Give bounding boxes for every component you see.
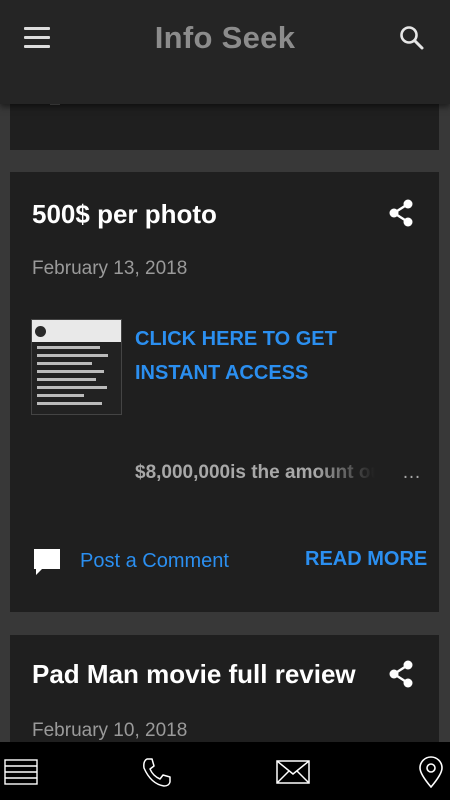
thumbnail-text-lines [32, 342, 121, 414]
post-snippet: $8,000,000is the amount ou [135, 462, 375, 484]
menu-lines-icon[interactable] [4, 756, 38, 788]
snippet-ellipsis: … [402, 462, 421, 483]
post-comment-link[interactable]: Post a Comment [80, 550, 229, 573]
read-more-link[interactable]: READ MORE [305, 548, 427, 571]
location-pin-icon[interactable] [414, 756, 448, 789]
share-icon[interactable] [386, 198, 416, 228]
post-date: February 10, 2018 [32, 720, 188, 741]
post-card: 500$ per photo February 13, 2018 CLICK H… [10, 172, 439, 612]
post-date: February 13, 2018 [32, 258, 188, 279]
top-app-bar: Info Seek [0, 0, 450, 104]
site-title[interactable]: Info Seek [0, 20, 450, 56]
logo-icon [35, 325, 46, 337]
instant-access-link[interactable]: CLICK HERE TO GET INSTANT ACCESS [135, 322, 425, 390]
bottom-action-bar [0, 742, 450, 800]
post-title[interactable]: Pad Man movie full review [32, 659, 356, 690]
thumbnail-logo-band [32, 320, 121, 342]
post-title[interactable]: 500$ per photo [32, 199, 217, 230]
phone-icon[interactable] [139, 756, 173, 788]
comment-icon[interactable] [32, 547, 62, 577]
post-thumbnail[interactable] [31, 319, 122, 415]
share-icon[interactable] [386, 659, 416, 689]
mail-icon[interactable] [276, 756, 310, 788]
search-icon[interactable] [398, 24, 426, 52]
